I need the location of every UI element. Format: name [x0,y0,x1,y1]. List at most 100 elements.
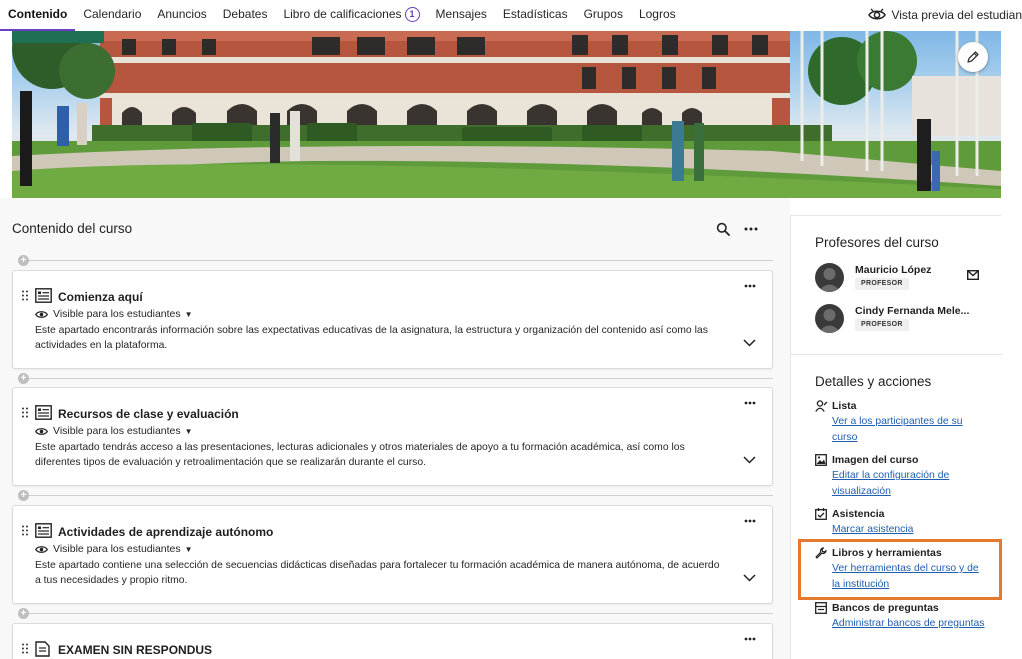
eye-preview-icon [868,8,887,20]
tab-mensajes[interactable]: Mensajes [428,0,495,31]
search-content-button[interactable] [714,220,732,238]
caret-down-icon: ▼ [184,309,193,319]
caret-down-icon: ▼ [184,544,193,554]
tab-label: Libro de calificaciones [283,7,402,21]
tab-anuncios[interactable]: Anuncios [149,0,214,31]
more-icon[interactable] [744,401,756,405]
tab-label: Anuncios [157,7,207,21]
add-content-icon[interactable]: + [18,608,29,619]
visibility-label: Visible para los estudiantes [53,308,181,320]
more-icon [744,227,758,231]
edit-banner-button[interactable] [958,42,988,72]
professor-name[interactable]: Cindy Fernanda Mele... [855,305,969,317]
add-content-divider[interactable]: + [18,373,773,384]
drag-handle-icon[interactable] [22,290,28,301]
tab-label: Logros [638,7,676,21]
professor-role-badge: PROFESOR [855,278,909,290]
tab-grupos[interactable]: Grupos [576,0,631,31]
tab-libro-de-calificaciones[interactable]: Libro de calificaciones 1 [275,0,427,31]
avatar [815,263,844,292]
action-asistencia: Asistencia Marcar asistencia [815,508,995,538]
action-link[interactable]: Administrar bancos de preguntas [832,616,987,632]
tab-debates[interactable]: Debates [215,0,276,31]
divider-line [24,378,773,379]
chevron-down-icon[interactable] [743,574,756,582]
action-title: Lista [832,400,857,412]
add-content-icon[interactable]: + [18,255,29,266]
professor-entry[interactable]: Cindy Fernanda Mele... PROFESOR [815,304,995,336]
content-item-description: Este apartado contiene una selección de … [35,560,720,586]
tab-logros[interactable]: Logros [631,0,684,31]
action-link[interactable]: Ver a los participantes de su curso [832,414,987,445]
content-item-description: Este apartado encontrarás información so… [35,325,708,351]
chevron-down-icon[interactable] [743,339,756,347]
notification-badge: 1 [404,7,420,22]
action-link[interactable]: Marcar asistencia [832,522,987,538]
content-more-options-button[interactable] [742,220,760,238]
campus-photo [12,31,1001,198]
question-bank-icon [815,602,827,614]
more-icon[interactable] [744,284,756,288]
add-content-divider[interactable]: + [18,490,773,501]
professors-title: Profesores del curso [815,235,939,250]
action-lista: Lista Ver a los participantes de su curs… [815,400,995,445]
add-content-icon[interactable]: + [18,373,29,384]
tab-label: Mensajes [435,7,487,21]
tab-calendario[interactable]: Calendario [75,0,149,31]
drag-handle-icon[interactable] [22,643,28,654]
professor-entry[interactable]: Mauricio López PROFESOR [815,263,995,295]
content-item-card[interactable]: Comienza aquí Visible para los estudiant… [12,270,773,369]
professor-name[interactable]: Mauricio López [855,264,931,276]
drag-handle-icon[interactable] [22,407,28,418]
divider-line [24,260,773,261]
visibility-dropdown[interactable]: Visible para los estudiantes ▼ [35,308,193,320]
eye-icon [35,545,48,553]
image-icon [815,454,827,466]
divider-line [24,495,773,496]
course-banner-image [12,31,1001,198]
mail-icon[interactable] [967,270,979,280]
tab-estadisticas[interactable]: Estadísticas [495,0,576,31]
content-item-title[interactable]: EXAMEN SIN RESPONDUS [58,643,212,657]
more-icon[interactable] [744,519,756,523]
action-title: Asistencia [832,508,885,520]
roster-icon [815,400,828,412]
content-item-title[interactable]: Actividades de aprendizaje autónomo [58,525,273,539]
search-icon [716,222,730,236]
avatar [815,304,844,333]
action-title: Bancos de preguntas [832,602,939,614]
course-tabs: Contenido Calendario Anuncios Debates Li… [0,0,684,31]
divider-line [24,613,773,614]
visibility-dropdown[interactable]: Visible para los estudiantes ▼ [35,425,193,437]
add-content-divider[interactable]: + [18,608,773,619]
visibility-dropdown[interactable]: Visible para los estudiantes ▼ [35,543,193,555]
drag-handle-icon[interactable] [22,525,28,536]
content-item-card[interactable]: Recursos de clase y evaluación Visible p… [12,387,773,486]
eye-icon [35,310,48,318]
action-link[interactable]: Editar la configuración de visualización [832,468,987,499]
details-title: Detalles y acciones [815,374,932,389]
tab-contenido[interactable]: Contenido [0,0,76,31]
visibility-label: Visible para los estudiantes [53,425,181,437]
add-content-divider[interactable]: + [18,255,773,266]
document-icon [35,523,52,538]
test-document-icon [35,641,50,657]
tab-label: Grupos [583,7,623,21]
add-content-icon[interactable]: + [18,490,29,501]
visibility-label: Visible para los estudiantes [53,543,181,555]
preview-label: Vista previa del estudian [891,8,1022,22]
tab-label: Contenido [8,7,68,21]
content-item-card[interactable]: Actividades de aprendizaje autónomo Visi… [12,505,773,604]
more-icon[interactable] [744,637,756,641]
pencil-icon [967,51,979,63]
tab-label: Debates [222,7,268,21]
content-item-title[interactable]: Comienza aquí [58,290,143,304]
action-imagen-del-curso: Imagen del curso Editar la configuración… [815,454,995,499]
chevron-down-icon[interactable] [743,456,756,464]
content-header: Contenido del curso [12,221,133,236]
highlight-box [798,539,1002,600]
student-preview-button[interactable]: Vista previa del estudian [868,5,1022,25]
eye-icon [35,427,48,435]
content-item-card[interactable]: EXAMEN SIN RESPONDUS [12,623,773,659]
content-item-title[interactable]: Recursos de clase y evaluación [58,407,239,421]
